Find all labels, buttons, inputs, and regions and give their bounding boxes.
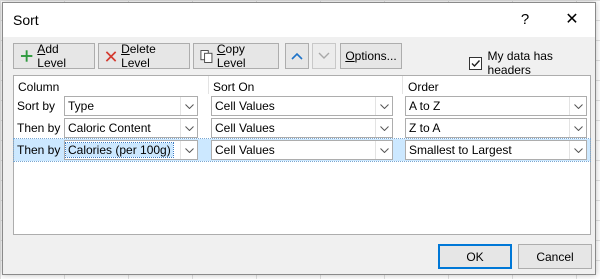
column-select[interactable]: Calories (per 100g): [64, 140, 198, 160]
add-level-button[interactable]: Add Level: [13, 42, 95, 70]
dropdown-arrow-icon[interactable]: [180, 119, 197, 137]
help-button[interactable]: ?: [515, 10, 535, 30]
sort-levels-grid: Column Sort On Order Sort by Type Cell V…: [13, 75, 591, 235]
dropdown-arrow-icon[interactable]: [180, 141, 197, 159]
sort-on-value: Cell Values: [215, 121, 275, 135]
dropdown-arrow-icon[interactable]: [375, 97, 392, 115]
sort-dialog: Sort ? ✕ Add Level Delete Level Copy Lev…: [2, 2, 596, 275]
order-select[interactable]: Z to A: [405, 118, 587, 138]
green-plus-icon: [20, 50, 33, 62]
dropdown-arrow-icon[interactable]: [375, 119, 392, 137]
row-label: Then by: [17, 143, 61, 157]
order-value: Z to A: [409, 121, 441, 135]
close-button[interactable]: ✕: [557, 8, 587, 32]
header-separator: [402, 76, 403, 94]
column-value: Caloric Content: [68, 121, 151, 135]
options-label: Options...: [345, 49, 397, 63]
copy-level-button[interactable]: Copy Level: [193, 42, 279, 70]
column-value: Calories (per 100g): [65, 142, 174, 158]
dialog-title: Sort: [13, 12, 39, 28]
order-select[interactable]: Smallest to Largest: [405, 140, 587, 160]
order-select[interactable]: A to Z: [405, 96, 587, 116]
dropdown-arrow-icon[interactable]: [180, 97, 197, 115]
header-separator: [208, 76, 209, 94]
cancel-button[interactable]: Cancel: [518, 244, 592, 269]
headers-checkbox-label: My data has headers: [487, 49, 553, 77]
column-select[interactable]: Type: [64, 96, 198, 116]
title-bar: Sort ? ✕: [3, 3, 595, 37]
dropdown-arrow-icon[interactable]: [569, 141, 586, 159]
copy-level-label: Copy Level: [216, 42, 246, 70]
sort-level-row-selected[interactable]: Then by Calories (per 100g) Cell Values …: [13, 138, 591, 162]
add-level-label: Add Level: [37, 42, 66, 70]
row-label: Then by: [17, 121, 61, 135]
checkmark-icon: [471, 59, 481, 67]
sort-on-select[interactable]: Cell Values: [211, 96, 393, 116]
sort-on-select[interactable]: Cell Values: [211, 118, 393, 138]
move-down-button[interactable]: [312, 43, 336, 69]
headers-checkbox-group[interactable]: My data has headers: [469, 49, 595, 77]
dropdown-arrow-icon[interactable]: [569, 97, 586, 115]
sort-level-row[interactable]: Sort by Type Cell Values A to Z: [14, 95, 590, 117]
delete-level-label: Delete Level: [121, 42, 156, 70]
sort-level-row[interactable]: Then by Caloric Content Cell Values Z to…: [14, 117, 590, 139]
order-value: A to Z: [409, 99, 441, 113]
column-header: Column: [18, 80, 60, 94]
chevron-up-icon: [291, 52, 303, 60]
sort-on-value: Cell Values: [215, 99, 275, 113]
ok-button[interactable]: OK: [438, 244, 512, 269]
options-button[interactable]: Options...: [340, 43, 402, 69]
move-up-button[interactable]: [285, 43, 309, 69]
sort-on-select[interactable]: Cell Values: [211, 140, 393, 160]
chevron-down-icon: [318, 52, 330, 59]
headers-checkbox[interactable]: [469, 56, 482, 70]
order-header: Order: [408, 80, 439, 94]
column-value: Type: [68, 99, 95, 113]
row-label: Sort by: [17, 99, 56, 113]
dropdown-arrow-icon[interactable]: [569, 119, 586, 137]
copy-icon: [200, 49, 213, 63]
delete-level-button[interactable]: Delete Level: [98, 42, 190, 70]
dropdown-arrow-icon[interactable]: [375, 141, 392, 159]
sort-on-header: Sort On: [213, 80, 255, 94]
column-select[interactable]: Caloric Content: [64, 118, 198, 138]
order-value: Smallest to Largest: [409, 143, 512, 157]
sort-on-value: Cell Values: [215, 143, 275, 157]
red-x-icon: [105, 50, 117, 62]
